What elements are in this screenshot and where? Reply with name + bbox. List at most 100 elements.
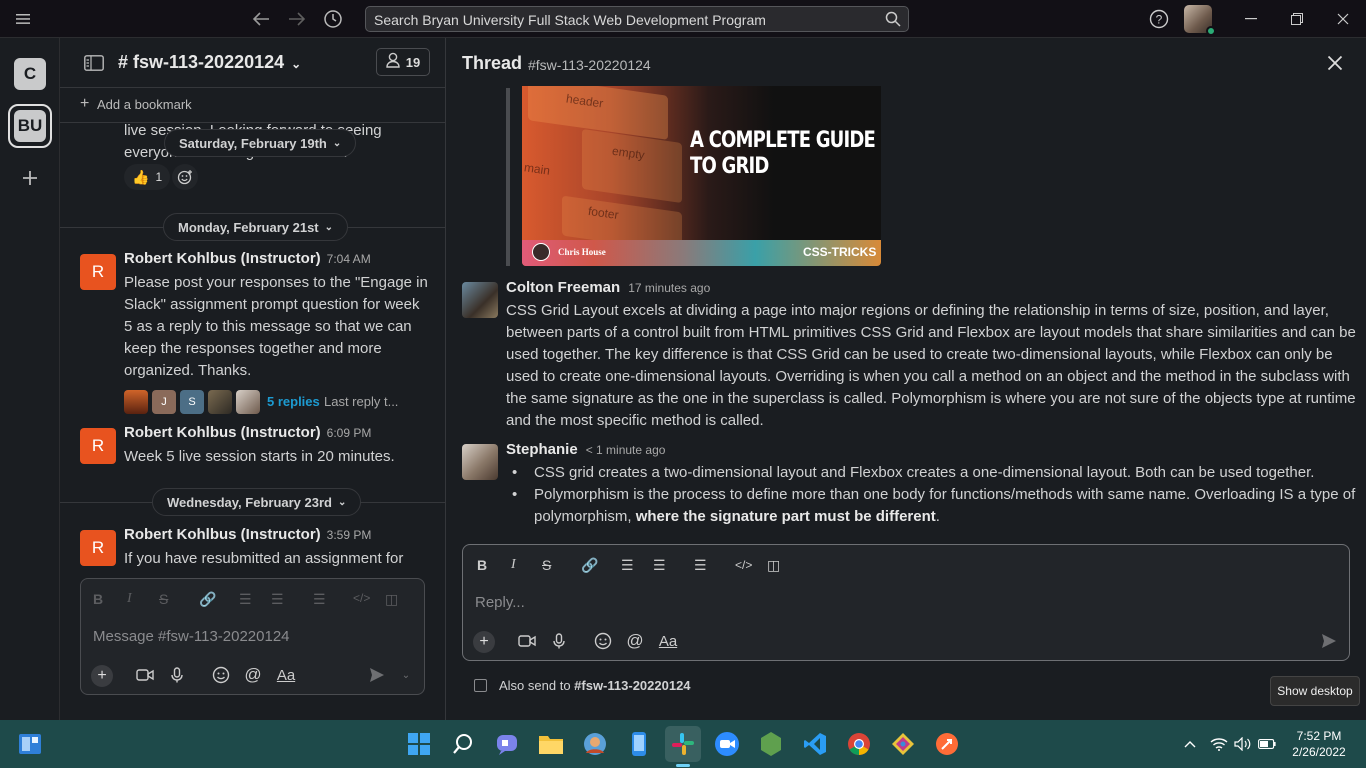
timestamp[interactable]: 17 minutes ago — [628, 281, 710, 295]
file-explorer-icon[interactable] — [533, 726, 569, 762]
workspace-c[interactable]: C — [14, 58, 46, 90]
timestamp[interactable]: 6:09 PM — [327, 426, 372, 440]
timestamp[interactable]: < 1 minute ago — [586, 443, 666, 457]
workspace-bu[interactable]: BU — [14, 110, 46, 142]
video-icon[interactable] — [135, 665, 155, 685]
reply-composer[interactable]: B I S 🔗 ☰ ☰ ☰ </> ◫ Reply... + @ Aa — [462, 544, 1350, 661]
avatar[interactable]: R — [80, 428, 116, 464]
search-taskbar-icon[interactable] — [445, 726, 481, 762]
author-name[interactable]: Robert Kohlbus (Instructor) — [124, 250, 321, 267]
history-icon[interactable] — [322, 8, 344, 30]
author-name[interactable]: Robert Kohlbus (Instructor) — [124, 424, 321, 441]
formatting-icon[interactable]: Aa — [275, 665, 297, 685]
also-send-label[interactable]: Also send to #fsw-113-20220124 — [499, 678, 691, 693]
link-icon[interactable]: 🔗 — [581, 557, 598, 574]
strikethrough-icon[interactable]: S — [542, 557, 551, 573]
ordered-list-icon[interactable]: ☰ — [621, 557, 634, 574]
battery-icon[interactable] — [1254, 726, 1280, 762]
code-block-icon[interactable]: ◫ — [767, 557, 780, 574]
author-name[interactable]: Colton Freeman — [506, 279, 620, 296]
ordered-list-icon[interactable]: ☰ — [239, 591, 252, 608]
italic-icon[interactable]: I — [127, 591, 132, 607]
bookmark-bar[interactable]: + Add a bookmark — [60, 88, 445, 123]
date-divider-wednesday[interactable]: Wednesday, February 23rd ⌄ — [152, 488, 362, 516]
message[interactable]: R Robert Kohlbus (Instructor) 6:09 PM Wee… — [60, 424, 445, 470]
video-icon[interactable] — [517, 631, 537, 651]
code-icon[interactable]: </> — [735, 558, 752, 572]
timestamp[interactable]: 7:04 AM — [327, 252, 371, 266]
restore-icon[interactable] — [1286, 8, 1308, 30]
app-user-icon[interactable] — [577, 726, 613, 762]
members-button[interactable]: 19 — [376, 48, 430, 76]
bullet-list-icon[interactable]: ☰ — [653, 557, 666, 574]
replies-link[interactable]: 5 replies — [267, 394, 320, 409]
date-divider-monday[interactable]: Monday, February 21st ⌄ — [163, 213, 349, 241]
vscode-icon[interactable] — [797, 726, 833, 762]
formatting-icon[interactable]: Aa — [657, 631, 679, 651]
thread-channel[interactable]: #fsw-113-20220124 — [528, 57, 651, 73]
reaction-thumbs-up[interactable]: 👍 1 — [124, 164, 171, 190]
forward-arrow-icon[interactable] — [286, 8, 308, 30]
italic-icon[interactable]: I — [511, 557, 516, 573]
plus-circle-icon[interactable]: + — [91, 665, 113, 687]
search-icon[interactable] — [884, 10, 902, 28]
thread-message[interactable]: Stephanie < 1 minute ago • CSS grid creat… — [446, 440, 1366, 532]
widgets-icon[interactable] — [12, 726, 48, 762]
close-icon[interactable] — [1324, 52, 1346, 74]
reply-bar[interactable]: J S 5 replies Last reply t... — [124, 390, 434, 414]
add-reaction-icon[interactable] — [172, 164, 198, 190]
thread-message[interactable]: Colton Freeman 17 minutes ago CSS Grid La… — [446, 278, 1366, 429]
code-icon[interactable]: </> — [353, 591, 370, 605]
blockquote-icon[interactable]: ☰ — [694, 557, 707, 574]
phone-app-icon[interactable] — [621, 726, 657, 762]
nodejs-icon[interactable] — [753, 726, 789, 762]
bold-icon[interactable]: B — [477, 557, 487, 573]
link-icon[interactable]: 🔗 — [199, 591, 216, 608]
emoji-icon[interactable] — [211, 665, 231, 685]
chevron-down-icon[interactable]: ⌄ — [399, 665, 413, 685]
message[interactable]: R Robert Kohlbus (Instructor) 7:04 AM Ple… — [60, 250, 445, 418]
bold-icon[interactable]: B — [93, 591, 103, 607]
strikethrough-icon[interactable]: S — [159, 591, 168, 607]
mention-icon[interactable]: @ — [625, 631, 645, 651]
slack-icon[interactable] — [665, 726, 701, 762]
avatar[interactable]: R — [80, 530, 116, 566]
avatar[interactable] — [462, 444, 498, 480]
message-composer[interactable]: B I S 🔗 ☰ ☰ ☰ </> ◫ Message #fsw-113-202… — [80, 578, 425, 695]
help-icon[interactable]: ? — [1148, 8, 1170, 30]
search-input[interactable]: Search Bryan University Full Stack Web D… — [365, 6, 909, 32]
git-tool-icon[interactable] — [885, 726, 921, 762]
add-workspace-icon[interactable] — [18, 166, 42, 190]
start-icon[interactable] — [401, 726, 437, 762]
send-icon[interactable] — [1319, 631, 1339, 651]
zoom-icon[interactable] — [709, 726, 745, 762]
volume-icon[interactable] — [1230, 726, 1256, 762]
avatar[interactable] — [462, 282, 498, 318]
mention-icon[interactable]: @ — [243, 665, 263, 685]
blockquote-icon[interactable]: ☰ — [313, 591, 326, 608]
send-icon[interactable] — [367, 665, 387, 685]
back-arrow-icon[interactable] — [250, 8, 272, 30]
wifi-icon[interactable] — [1206, 726, 1232, 762]
css-tricks-grid-image[interactable]: header empty main footer A COMPLETE GUID… — [522, 86, 881, 266]
teams-chat-icon[interactable] — [489, 726, 525, 762]
emoji-icon[interactable] — [593, 631, 613, 651]
date-divider-saturday[interactable]: Saturday, February 19th ⌄ — [164, 129, 357, 157]
timestamp[interactable]: 3:59 PM — [327, 528, 372, 542]
author-name[interactable]: Stephanie — [506, 441, 578, 458]
bullet-list-icon[interactable]: ☰ — [271, 591, 284, 608]
plus-circle-icon[interactable]: + — [473, 631, 495, 653]
author-name[interactable]: Robert Kohlbus (Instructor) — [124, 526, 321, 543]
chevron-up-icon[interactable] — [1176, 726, 1204, 762]
minimize-icon[interactable] — [1240, 8, 1262, 30]
code-block-icon[interactable]: ◫ — [385, 591, 398, 608]
clock[interactable]: 7:52 PM 2/26/2022 — [1286, 728, 1352, 760]
chrome-icon[interactable] — [841, 726, 877, 762]
channel-title[interactable]: # fsw-113-20220124 ⌄ — [118, 52, 301, 73]
microphone-icon[interactable] — [167, 665, 187, 685]
postman-icon[interactable] — [929, 726, 965, 762]
reply-input[interactable]: Reply... — [475, 594, 525, 611]
message-input[interactable]: Message #fsw-113-20220124 — [93, 628, 290, 645]
menu-icon[interactable] — [12, 9, 34, 29]
sidebar-toggle-icon[interactable] — [82, 52, 106, 74]
